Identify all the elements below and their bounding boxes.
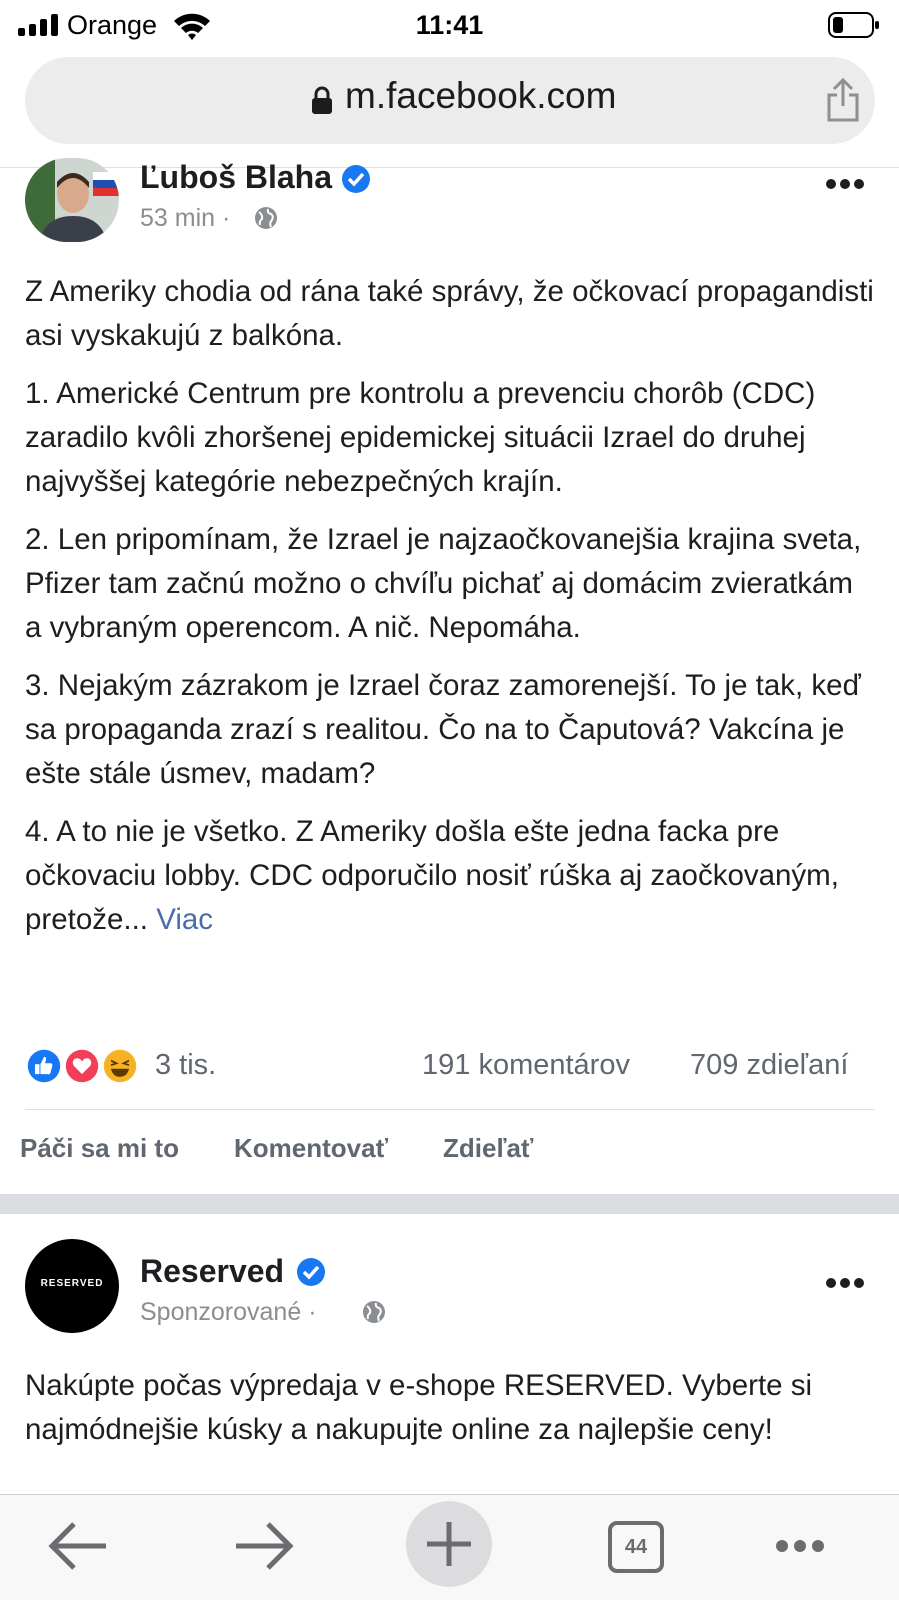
battery-icon (828, 12, 879, 38)
like-reaction-icon (24, 1046, 64, 1086)
browser-toolbar: 44 (0, 1494, 899, 1600)
post-paragraph: Z Ameriky chodia od rána také správy, že… (25, 275, 874, 352)
post-paragraph: 2. Len pripomínam, že Izrael je najzaočk… (25, 523, 862, 644)
post-paragraph: 1. Americké Centrum pre kontrolu a preve… (25, 377, 816, 498)
advertiser-avatar[interactable]: RESERVED (25, 1239, 119, 1333)
comment-button[interactable]: Komentovať (234, 1133, 388, 1164)
tabs-icon[interactable]: 44 (608, 1521, 664, 1573)
logo-text: RESERVED (40, 1278, 104, 1289)
post-paragraph: 4. A to nie je všetko. Z Ameriky došla e… (25, 815, 839, 936)
globe-icon (255, 207, 277, 229)
post-paragraph: 3. Nejakým zázrakom je Izrael čoraz zamo… (25, 669, 861, 790)
reactions-count[interactable]: 3 tis. (155, 1049, 216, 1082)
address-bar[interactable]: m.facebook.com (25, 57, 875, 144)
post-text: Z Ameriky chodia od rána také správy, že… (25, 270, 875, 956)
see-more-link[interactable]: Viac (156, 903, 213, 936)
comments-count[interactable]: 191 komentárov (422, 1049, 630, 1082)
author-avatar[interactable] (25, 158, 119, 242)
love-reaction-icon (62, 1046, 102, 1086)
sponsored-text[interactable]: Sponzorované (140, 1298, 301, 1326)
more-icon[interactable] (776, 1540, 824, 1552)
sponsored-label: Sponzorované · (140, 1298, 317, 1327)
post-author-name[interactable]: Ľuboš Blaha (140, 159, 332, 196)
avatar-image (25, 158, 119, 242)
feed-separator (0, 1194, 899, 1214)
meta-separator: · (222, 204, 231, 232)
tab-count: 44 (624, 1536, 648, 1558)
share-icon[interactable] (825, 77, 861, 123)
share-button[interactable]: Zdieľať (443, 1133, 533, 1164)
clock: 11:41 (415, 10, 484, 40)
like-button[interactable]: Páči sa mi to (20, 1133, 179, 1164)
globe-icon (363, 1301, 385, 1323)
back-arrow-icon[interactable] (46, 1520, 110, 1572)
lock-icon (312, 86, 332, 114)
meta-separator: · (308, 1298, 317, 1326)
divider (25, 1109, 875, 1110)
post-time[interactable]: 53 min (140, 204, 215, 232)
divider (0, 167, 899, 168)
shares-count[interactable]: 709 zdieľaní (690, 1049, 848, 1082)
advertiser-name[interactable]: Reserved (140, 1253, 284, 1290)
post-options-icon[interactable] (826, 1278, 866, 1290)
new-tab-button[interactable] (406, 1501, 492, 1587)
plus-icon (427, 1522, 471, 1566)
verified-badge-icon (342, 165, 370, 193)
ad-text: Nakúpte počas výpredaja v e-shope RESERV… (25, 1369, 813, 1446)
url-text[interactable]: m.facebook.com (345, 75, 616, 117)
status-bar: Orange 11:41 (0, 0, 899, 52)
forward-arrow-icon[interactable] (232, 1520, 296, 1572)
post-options-icon[interactable] (826, 179, 866, 191)
post-paragraph-truncated: 4. A to nie je všetko. Z Ameriky došla e… (25, 810, 875, 942)
verified-badge-icon (297, 1258, 325, 1286)
reaction-icons[interactable] (24, 1046, 154, 1086)
post-meta: 53 min · (140, 204, 230, 233)
haha-reaction-icon (100, 1046, 140, 1086)
